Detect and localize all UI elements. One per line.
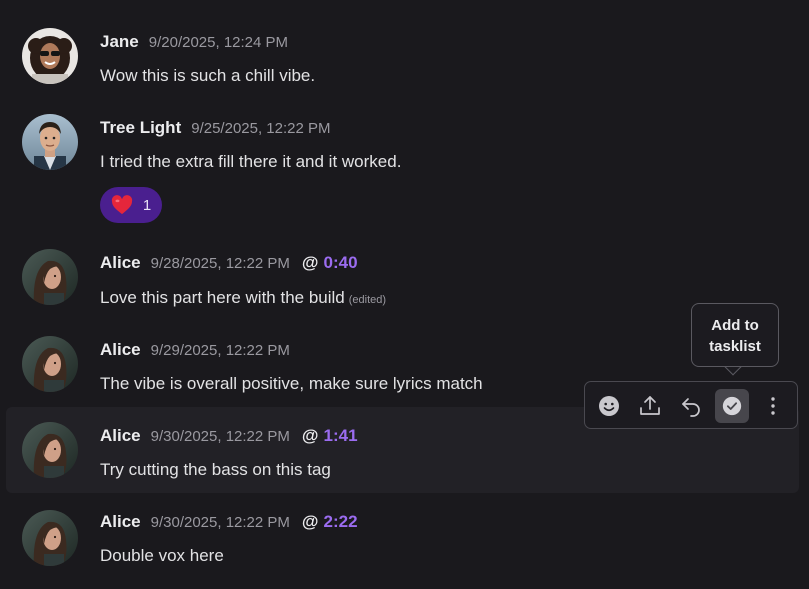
avatar[interactable]: [22, 114, 78, 170]
timestamp-link[interactable]: 0:40: [324, 253, 358, 273]
avatar[interactable]: [22, 336, 78, 392]
message-item[interactable]: Jane 9/20/2025, 12:24 PM Wow this is suc…: [6, 20, 799, 94]
emoji-icon: [599, 396, 619, 416]
author-name[interactable]: Alice: [100, 340, 141, 360]
tooltip-line: tasklist: [709, 338, 761, 355]
reaction-pill[interactable]: 1: [100, 187, 162, 223]
timestamp-link[interactable]: 1:41: [324, 426, 358, 446]
author-name[interactable]: Alice: [100, 253, 141, 273]
heart-icon: [111, 195, 132, 215]
reply-button[interactable]: [674, 389, 708, 423]
message-text: Double vox here: [100, 546, 224, 565]
more-vertical-icon: [771, 397, 775, 415]
message-text-content: Love this part here with the build: [100, 288, 345, 307]
message-text: Love this part here with the build (edite…: [100, 288, 386, 308]
author-name[interactable]: Jane: [100, 32, 139, 52]
message-time: 9/20/2025, 12:24 PM: [148, 34, 289, 51]
more-options-button[interactable]: [756, 389, 790, 423]
author-name[interactable]: Tree Light: [100, 118, 181, 138]
at-symbol: @: [301, 253, 319, 272]
author-name[interactable]: Alice: [100, 512, 141, 532]
message-item[interactable]: Tree Light 9/25/2025, 12:22 PM I tried t…: [6, 106, 799, 234]
tooltip-line: Add to: [711, 317, 759, 334]
avatar[interactable]: [22, 510, 78, 566]
message-item[interactable]: Alice 9/28/2025, 12:22 PM @ 0:40 Love th…: [6, 242, 799, 322]
message-action-toolbar: [584, 381, 798, 429]
avatar[interactable]: [22, 249, 78, 305]
message-time: 9/25/2025, 12:22 PM: [191, 120, 331, 137]
avatar[interactable]: [22, 422, 78, 478]
message-text: Wow this is such a chill vibe.: [100, 66, 316, 85]
timestamp-link[interactable]: 2:22: [324, 512, 358, 532]
tooltip: Add to tasklist: [691, 303, 779, 367]
message-time: 9/30/2025, 12:22 PM: [150, 514, 290, 531]
upload-icon: [640, 396, 660, 415]
message-feed: Jane 9/20/2025, 12:24 PM Wow this is suc…: [0, 0, 809, 589]
at-symbol: @: [301, 426, 319, 445]
reaction-count: 1: [142, 196, 152, 214]
check-circle-icon: [722, 396, 742, 416]
message-text: The vibe is overall positive, make sure …: [100, 374, 483, 393]
share-button[interactable]: [633, 389, 667, 423]
at-symbol: @: [301, 512, 319, 531]
message-time: 9/28/2025, 12:22 PM: [150, 255, 290, 272]
add-reaction-button[interactable]: [592, 389, 626, 423]
message-time: 9/29/2025, 12:22 PM: [150, 342, 290, 359]
avatar[interactable]: [22, 28, 78, 84]
message-text: Try cutting the bass on this tag: [100, 460, 331, 479]
author-name[interactable]: Alice: [100, 426, 141, 446]
reply-icon: [682, 398, 700, 417]
add-to-tasklist-button[interactable]: [715, 389, 749, 423]
message-time: 9/30/2025, 12:22 PM: [150, 428, 290, 445]
edited-label: (edited): [348, 294, 387, 306]
message-text: I tried the extra fill there it and it w…: [100, 152, 402, 171]
message-item[interactable]: Alice 9/30/2025, 12:22 PM @ 2:22 Double …: [6, 503, 799, 583]
